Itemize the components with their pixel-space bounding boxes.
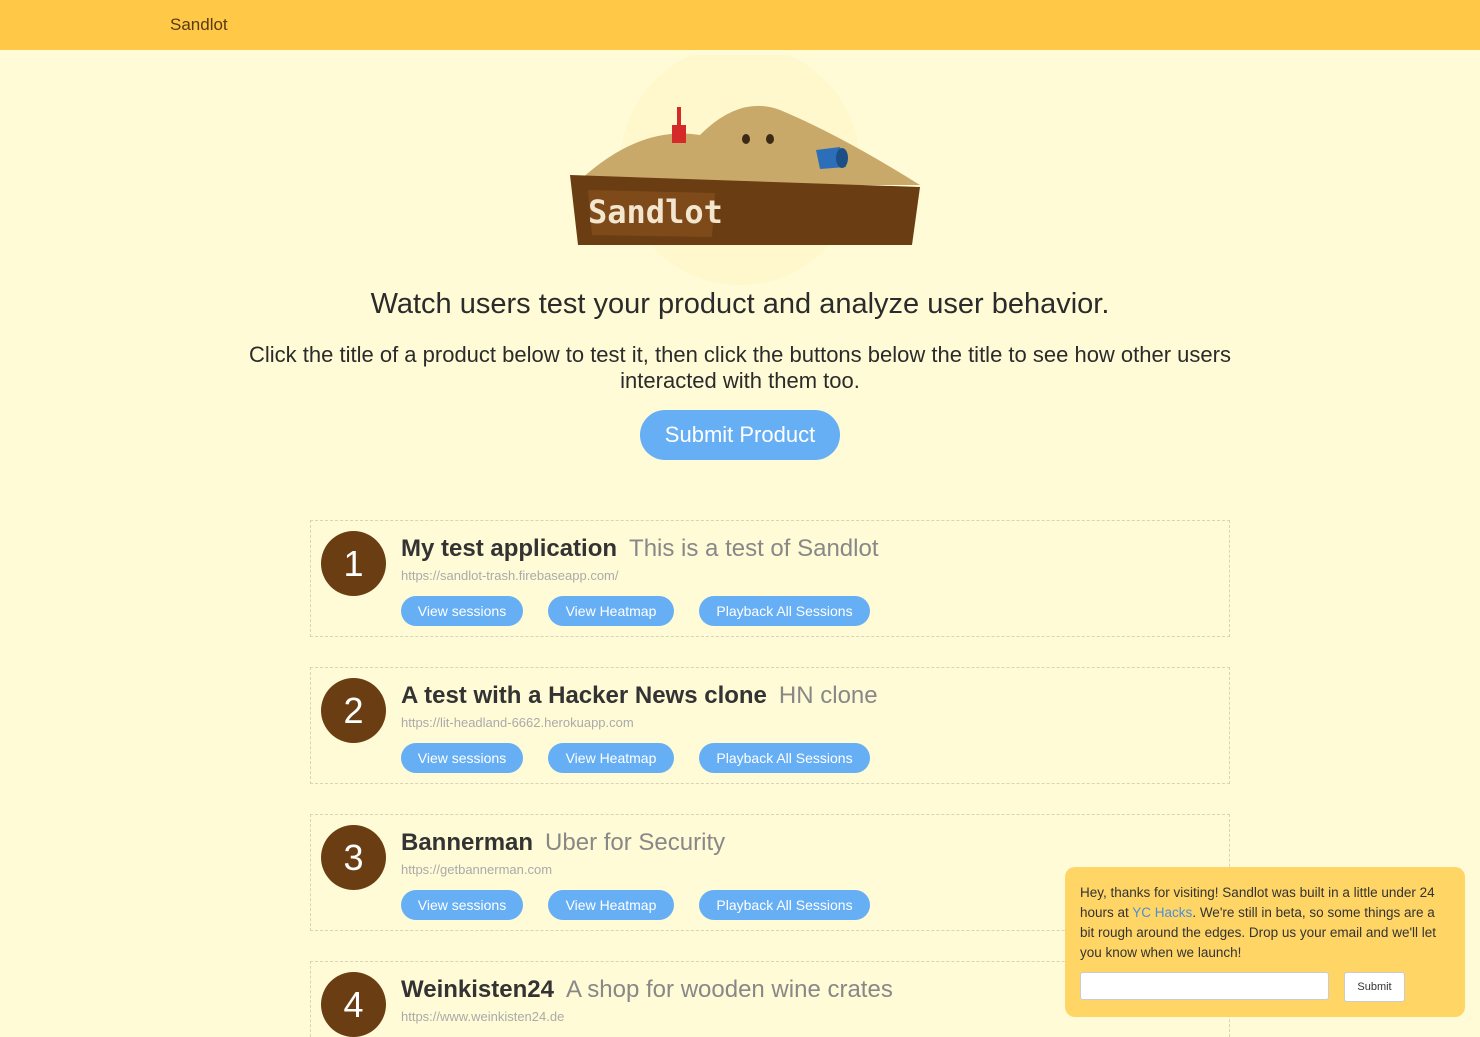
submit-product-button[interactable]: Submit Product [640, 410, 840, 460]
top-navbar: Sandlot [0, 0, 1480, 50]
rank-badge: 2 [321, 678, 386, 743]
view-heatmap-button[interactable]: View Heatmap [548, 890, 674, 920]
rank-badge: 4 [321, 972, 386, 1037]
logo-text: Sandlot [588, 193, 723, 231]
playback-all-sessions-button[interactable]: Playback All Sessions [699, 743, 870, 773]
beta-notice-panel: Hey, thanks for visiting! Sandlot was bu… [1065, 867, 1465, 1017]
product-url: https://www.weinkisten24.de [401, 1009, 565, 1024]
product-title: Bannerman Uber for Security [401, 829, 725, 857]
product-title: My test application This is a test of San… [401, 535, 879, 563]
product-name-link[interactable]: Bannerman [401, 829, 533, 856]
view-sessions-button[interactable]: View sessions [401, 596, 523, 626]
email-submit-button[interactable]: Submit [1344, 972, 1405, 1002]
page-subheadline: Click the title of a product below to te… [249, 342, 1231, 393]
rank-badge: 3 [321, 825, 386, 890]
brand-link[interactable]: Sandlot [170, 15, 228, 35]
product-title: Weinkisten24 A shop for wooden wine crate… [401, 976, 893, 1004]
product-url: https://lit-headland-6662.herokuapp.com [401, 715, 634, 730]
playback-all-sessions-button[interactable]: Playback All Sessions [699, 596, 870, 626]
product-name-link[interactable]: A test with a Hacker News clone [401, 682, 767, 709]
email-input[interactable] [1080, 972, 1329, 1000]
rank-badge: 1 [321, 531, 386, 596]
view-sessions-button[interactable]: View sessions [401, 890, 523, 920]
product-name-link[interactable]: My test application [401, 535, 617, 562]
product-card: 1 My test application This is a test of S… [310, 520, 1230, 637]
product-tagline: A shop for wooden wine crates [565, 976, 893, 1003]
yc-hacks-link[interactable]: YC Hacks [1132, 905, 1192, 920]
view-sessions-button[interactable]: View sessions [401, 743, 523, 773]
sandbox-illustration: Sandlot [570, 45, 920, 285]
view-heatmap-button[interactable]: View Heatmap [548, 596, 674, 626]
product-tagline: Uber for Security [545, 829, 726, 856]
product-name-link[interactable]: Weinkisten24 [401, 976, 554, 1003]
product-tagline: This is a test of Sandlot [629, 535, 879, 562]
product-url: https://getbannerman.com [401, 862, 553, 877]
product-tagline: HN clone [778, 682, 878, 709]
product-card: 2 A test with a Hacker News clone HN clon… [310, 667, 1230, 784]
view-heatmap-button[interactable]: View Heatmap [548, 743, 674, 773]
page-headline: Watch users test your product and analyz… [370, 288, 1110, 320]
product-title: A test with a Hacker News clone HN clone [401, 682, 878, 710]
sandbox-logo: Sandlot [540, 45, 940, 285]
product-url: https://sandlot-trash.firebaseapp.com/ [401, 568, 619, 583]
playback-all-sessions-button[interactable]: Playback All Sessions [699, 890, 870, 920]
